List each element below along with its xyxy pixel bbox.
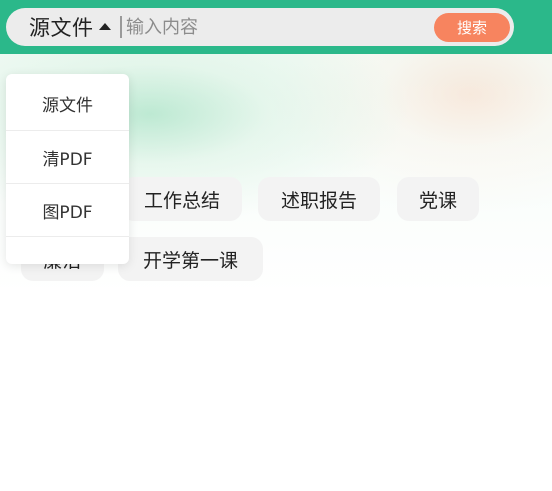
dropdown-divider	[6, 236, 129, 237]
tag-item[interactable]: 述职报告	[258, 177, 380, 221]
dropdown-item-source-file[interactable]: 源文件	[6, 77, 129, 130]
dropdown-item-image-pdf[interactable]: 图PDF	[6, 184, 129, 237]
file-type-select[interactable]: 源文件	[29, 8, 111, 46]
tag-item[interactable]: 开学第一课	[118, 237, 263, 281]
search-divider	[120, 16, 122, 38]
tag-item[interactable]: 党课	[397, 177, 479, 221]
dropdown-item-clean-pdf[interactable]: 清PDF	[6, 131, 129, 184]
caret-up-icon	[98, 23, 111, 30]
file-type-dropdown: 源文件 清PDF 图PDF	[6, 74, 129, 264]
search-input[interactable]	[126, 12, 426, 42]
tag-item[interactable]: 工作总结	[122, 177, 242, 221]
search-bar: 源文件 搜索	[6, 8, 514, 46]
file-type-select-label: 源文件	[29, 16, 94, 40]
search-button[interactable]: 搜索	[434, 13, 510, 42]
